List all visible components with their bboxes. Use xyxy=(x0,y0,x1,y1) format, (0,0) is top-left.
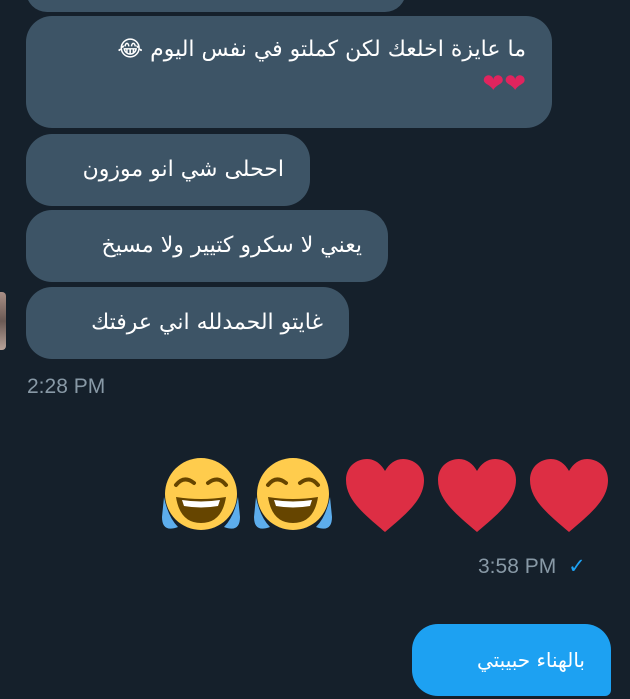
previous-message-bubble xyxy=(26,0,406,12)
message-text: بالهناء حبيبتي xyxy=(476,648,585,672)
heart-emoji-row: ❤❤ xyxy=(52,68,526,102)
incoming-message-bubble[interactable]: غايتو الحمدلله اني عرفتك xyxy=(26,287,349,359)
outgoing-time: 3:58 PM xyxy=(478,555,557,578)
incoming-timestamp: 2:28 PM xyxy=(27,375,106,398)
incoming-message-bubble[interactable]: يعني لا سكرو كتيير ولا مسيخ xyxy=(26,210,388,282)
sent-check-icon: ✓ xyxy=(568,555,586,578)
incoming-message-bubble[interactable]: اححلى شي انو موزون xyxy=(26,134,310,206)
message-text: يعني لا سكرو كتيير ولا مسيخ xyxy=(101,233,362,258)
laughing-crying-emoji-icon xyxy=(162,458,240,530)
sender-avatar[interactable] xyxy=(0,292,6,350)
red-heart-icon xyxy=(530,459,608,532)
message-text: ما عايزة اخلعك لكن كملتو في نفس اليوم 😂 xyxy=(117,37,526,62)
message-text: اححلى شي انو موزون xyxy=(82,157,284,182)
message-text: غايتو الحمدلله اني عرفتك xyxy=(91,310,323,335)
hearts-text: ❤❤ xyxy=(482,69,526,99)
red-heart-icon xyxy=(346,459,424,532)
outgoing-timestamp: 3:58 PM ✓ xyxy=(478,554,586,579)
red-heart-icon xyxy=(438,459,516,532)
emoji-message[interactable] xyxy=(160,455,610,537)
outgoing-message-bubble[interactable]: بالهناء حبيبتي xyxy=(412,624,611,696)
incoming-message-bubble[interactable]: ما عايزة اخلعك لكن كملتو في نفس اليوم 😂 … xyxy=(26,16,552,128)
laughing-crying-emoji-icon xyxy=(254,458,332,530)
